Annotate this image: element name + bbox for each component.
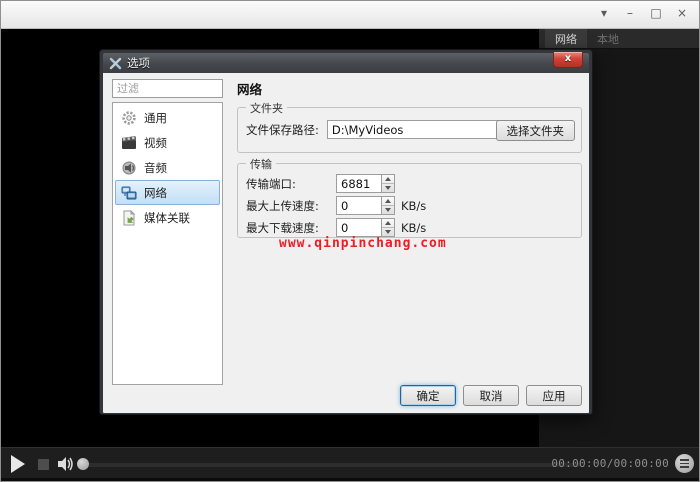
network-icon [121,185,137,201]
stop-icon[interactable] [38,459,49,470]
seek-bar[interactable] [78,463,581,467]
seek-thumb[interactable] [77,458,89,470]
film-icon [121,135,137,151]
spin-down-icon[interactable] [382,206,394,214]
download-speed-input[interactable] [336,218,382,237]
close-icon[interactable]: × [671,4,693,22]
window-titlebar: ▾ – □ × [1,1,699,29]
sidebar-item-label: 媒体关联 [144,210,190,225]
dialog-buttons: 确定 取消 应用 [400,385,582,406]
upload-speed-unit: KB/s [401,198,427,213]
port-row: 传输端口: [246,174,401,193]
window-bottom-edge [1,478,699,481]
player-window: ▾ – □ × 网络 本地 00:00:00/00:00:00 选项 x 过滤 … [0,0,700,482]
tab-network[interactable]: 网络 [545,29,587,48]
sidebar-item-general[interactable]: 通用 [115,105,220,130]
spin-up-icon[interactable] [382,219,394,228]
window-controls: ▾ – □ × [593,4,693,22]
download-speed-row: 最大下载速度: KB/s [246,218,426,237]
folder-group: 文件夹 文件保存路径: 选择文件夹 [237,100,582,153]
category-list: 通用 视频 音频 网络 媒体关联 [112,102,223,385]
dialog-close-icon[interactable]: x [553,52,583,68]
dialog-titlebar[interactable]: 选项 x [103,52,589,73]
dialog-body: 通用 视频 [103,73,589,413]
sidebar-item-label: 视频 [144,135,167,150]
cancel-button[interactable]: 取消 [463,385,519,406]
sidebar-item-network[interactable]: 网络 [115,180,220,205]
spin-down-icon[interactable] [382,184,394,192]
gear-icon [121,110,137,126]
download-speed-label: 最大下载速度: [246,220,319,235]
playlist-toggle-icon[interactable] [675,454,694,473]
spin-down-icon[interactable] [382,228,394,236]
media-file-icon [121,209,137,226]
play-icon[interactable] [11,455,25,473]
player-control-bar: 00:00:00/00:00:00 [1,447,699,478]
sidebar-item-media-association[interactable]: 媒体关联 [115,205,220,230]
port-input[interactable] [336,174,382,193]
apply-button[interactable]: 应用 [526,385,582,406]
download-speed-spinner[interactable] [381,218,395,237]
download-speed-unit: KB/s [401,220,427,235]
upload-speed-label: 最大上传速度: [246,198,319,213]
sidebar-item-audio[interactable]: 音频 [115,155,220,180]
sidebar-item-label: 网络 [144,185,167,200]
dialog-title: 选项 [127,56,150,70]
upload-speed-spinner[interactable] [381,196,395,215]
time-display: 00:00:00/00:00:00 [551,457,669,470]
spin-up-icon[interactable] [382,197,394,206]
spin-up-icon[interactable] [382,175,394,184]
minimize-icon[interactable]: – [619,4,641,22]
tab-local[interactable]: 本地 [587,29,629,48]
upload-speed-input[interactable] [336,196,382,215]
sidebar-item-label: 通用 [144,110,167,125]
transfer-group: 传输 传输端口: 最大上传速度: [237,156,582,238]
speaker-icon [121,160,137,176]
tools-icon [109,57,122,70]
watermark-text: www.qinpinchang.com [279,236,447,251]
options-dialog: 选项 x 通用 [99,49,593,415]
menu-icon[interactable]: ▾ [593,4,615,22]
ok-button[interactable]: 确定 [400,385,456,406]
page-title: 网络 [237,82,263,97]
port-label: 传输端口: [246,176,296,191]
upload-speed-row: 最大上传速度: KB/s [246,196,426,215]
choose-folder-button[interactable]: 选择文件夹 [495,120,575,141]
playlist-tabs: 网络 本地 [539,29,699,49]
port-spinner[interactable] [381,174,395,193]
folder-group-legend: 文件夹 [246,100,287,116]
volume-icon[interactable] [58,457,74,471]
save-path-label: 文件保存路径: [246,122,319,137]
sidebar-item-label: 音频 [144,160,167,175]
sidebar-item-video[interactable]: 视频 [115,130,220,155]
filter-input[interactable] [112,79,223,98]
transfer-group-legend: 传输 [246,156,276,172]
maximize-icon[interactable]: □ [645,4,667,22]
